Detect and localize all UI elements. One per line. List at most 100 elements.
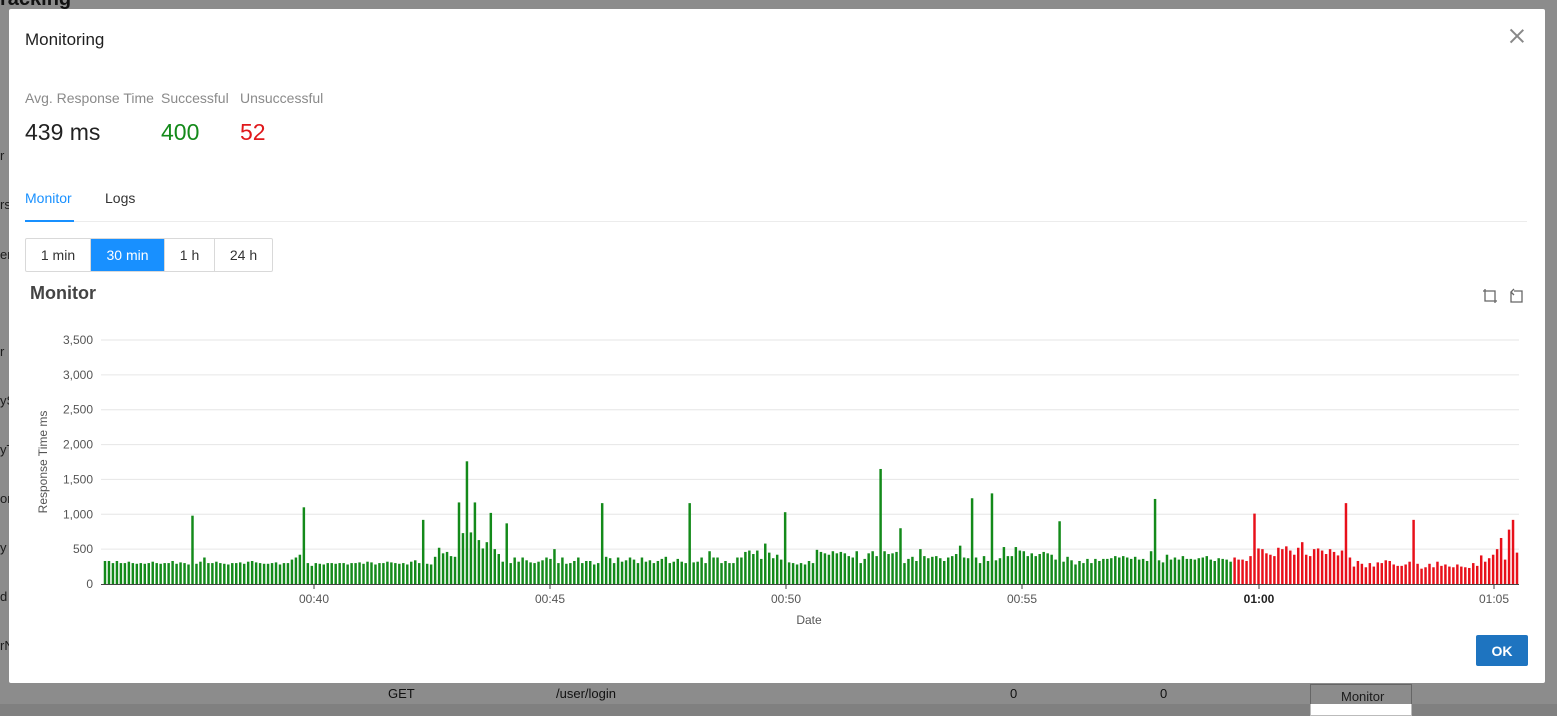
- bar: [835, 553, 839, 584]
- bar: [573, 560, 576, 584]
- bar: [477, 540, 481, 584]
- bar: [298, 554, 302, 584]
- bar: [1384, 560, 1387, 584]
- bar: [163, 563, 166, 584]
- bar: [620, 561, 624, 584]
- bar: [771, 558, 775, 584]
- bar: [1118, 557, 1121, 584]
- bar: [1360, 563, 1364, 584]
- bar: [1452, 567, 1455, 584]
- y-tick-label: 1,000: [63, 507, 93, 521]
- bar: [107, 560, 111, 584]
- bar: [775, 554, 779, 584]
- bar: [1070, 560, 1073, 584]
- bar: [1285, 546, 1288, 584]
- bar: [1086, 558, 1089, 584]
- bar: [127, 561, 131, 584]
- bar: [429, 564, 433, 584]
- bar: [414, 560, 417, 584]
- bar: [1098, 560, 1101, 584]
- bar: [831, 551, 835, 584]
- bar: [1185, 558, 1189, 584]
- bar: [139, 563, 143, 584]
- bar: [1094, 558, 1097, 584]
- bar: [768, 552, 771, 584]
- bar: [203, 557, 206, 584]
- bar: [155, 563, 158, 584]
- bar: [891, 553, 894, 584]
- bar: [1209, 559, 1212, 584]
- bar: [350, 563, 353, 584]
- bar: [943, 560, 946, 584]
- bar: [565, 563, 568, 584]
- bar: [374, 564, 377, 584]
- bar: [545, 557, 548, 584]
- ok-button[interactable]: OK: [1476, 635, 1528, 666]
- bar: [966, 558, 970, 584]
- bar: [525, 560, 528, 584]
- bar: [1054, 559, 1057, 584]
- bar: [1372, 566, 1376, 584]
- bar: [219, 563, 222, 584]
- bar: [1320, 550, 1324, 584]
- bar: [871, 551, 874, 584]
- bar: [736, 557, 739, 584]
- bar: [807, 560, 811, 584]
- bar: [1432, 567, 1435, 584]
- bar: [1312, 549, 1316, 584]
- bar: [1348, 557, 1352, 584]
- bar: [1460, 566, 1463, 584]
- bar: [410, 561, 413, 584]
- bar: [700, 557, 703, 584]
- bar: [238, 562, 242, 584]
- y-tick-label: 2,500: [63, 403, 93, 417]
- bar: [1241, 559, 1244, 584]
- bar: [227, 564, 230, 584]
- bar: [246, 561, 250, 584]
- bar: [1122, 556, 1125, 584]
- bar: [151, 561, 154, 584]
- bar: [1503, 559, 1507, 584]
- bar: [1499, 537, 1503, 584]
- bar: [386, 561, 389, 584]
- bar: [656, 560, 660, 584]
- bar: [919, 549, 922, 584]
- bar: [270, 563, 274, 584]
- bar: [207, 563, 210, 584]
- bar: [338, 563, 341, 584]
- bar: [529, 562, 532, 584]
- bar: [962, 557, 966, 584]
- bar: [819, 551, 823, 584]
- bar: [505, 523, 508, 584]
- bar: [441, 553, 445, 584]
- bar: [1336, 555, 1340, 584]
- bar: [569, 563, 572, 584]
- bar: [950, 556, 954, 584]
- bar: [274, 562, 278, 584]
- bar: [672, 561, 676, 584]
- bar: [318, 563, 322, 584]
- bar: [342, 563, 345, 584]
- bar: [1400, 565, 1403, 584]
- bar: [652, 563, 656, 584]
- y-tick-label: 3,000: [63, 368, 93, 382]
- bar: [946, 557, 950, 584]
- bar: [712, 557, 715, 584]
- bar: [1090, 563, 1093, 584]
- bar: [1006, 556, 1010, 584]
- bar: [402, 563, 405, 584]
- bar: [171, 560, 174, 584]
- bar: [1483, 561, 1487, 584]
- bar: [1376, 562, 1380, 584]
- bar: [1161, 562, 1165, 584]
- bar: [235, 563, 238, 584]
- bar: [982, 556, 986, 584]
- bar: [1197, 558, 1201, 584]
- bar: [668, 563, 672, 584]
- bar: [911, 556, 914, 584]
- bar: [612, 563, 616, 584]
- bar: [923, 556, 926, 584]
- bar: [1181, 556, 1185, 584]
- bar: [1424, 567, 1427, 584]
- bar: [895, 551, 898, 584]
